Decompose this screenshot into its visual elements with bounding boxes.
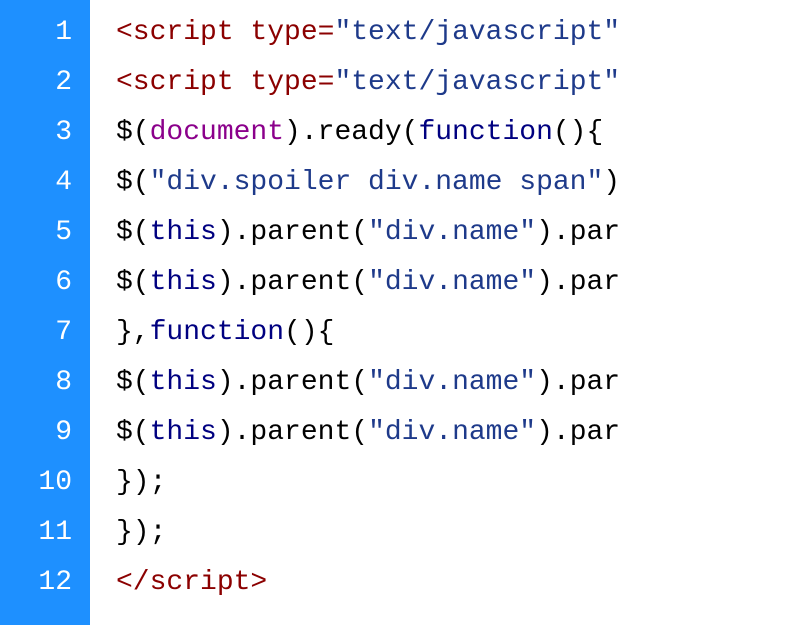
code-token: (){ — [553, 117, 603, 148]
code-line[interactable]: }); — [116, 508, 807, 558]
code-line[interactable]: <script type="text/javascript" — [116, 58, 807, 108]
code-line[interactable]: },function(){ — [116, 308, 807, 358]
code-line[interactable]: $(this).parent("div.name").par — [116, 258, 807, 308]
code-line[interactable]: }); — [116, 458, 807, 508]
code-token: ).parent( — [217, 267, 368, 298]
code-token: document — [150, 117, 284, 148]
code-token: this — [150, 217, 217, 248]
code-token: </script> — [116, 567, 267, 598]
code-token: "div.name" — [368, 417, 536, 448]
code-token: $( — [116, 117, 150, 148]
code-token: "div.name" — [368, 217, 536, 248]
line-number: 4 — [0, 158, 90, 208]
code-token: = — [318, 17, 335, 48]
code-token: "text/javascript" — [334, 67, 620, 98]
code-token: ).par — [536, 267, 620, 298]
code-line[interactable]: $(this).parent("div.name").par — [116, 358, 807, 408]
line-number: 1 — [0, 8, 90, 58]
line-number: 3 — [0, 108, 90, 158]
code-token: (){ — [284, 317, 334, 348]
code-line[interactable]: <script type="text/javascript" — [116, 8, 807, 58]
code-line[interactable]: $("div.spoiler div.name span") — [116, 158, 807, 208]
code-token: <script — [116, 17, 250, 48]
code-line[interactable]: </script> — [116, 558, 807, 608]
code-token: }); — [116, 467, 166, 498]
code-token: type — [250, 67, 317, 98]
code-token: ).par — [536, 417, 620, 448]
code-token: ).parent( — [217, 417, 368, 448]
code-area[interactable]: <script type="text/javascript"<script ty… — [90, 0, 807, 625]
line-number: 2 — [0, 58, 90, 108]
code-token: $( — [116, 217, 150, 248]
code-token: <script — [116, 67, 250, 98]
code-token: "div.name" — [368, 267, 536, 298]
code-token: }); — [116, 517, 166, 548]
line-number: 6 — [0, 258, 90, 308]
code-line[interactable]: $(this).parent("div.name").par — [116, 208, 807, 258]
code-token: $( — [116, 167, 150, 198]
line-number: 8 — [0, 358, 90, 408]
code-token: ).ready( — [284, 117, 418, 148]
code-token: "text/javascript" — [334, 17, 620, 48]
line-number: 11 — [0, 508, 90, 558]
code-line[interactable]: $(this).parent("div.name").par — [116, 408, 807, 458]
code-token: $( — [116, 367, 150, 398]
code-token: type — [250, 17, 317, 48]
code-token: function — [418, 117, 552, 148]
code-token: function — [150, 317, 284, 348]
code-token: }, — [116, 317, 150, 348]
line-number: 5 — [0, 208, 90, 258]
code-token: $( — [116, 417, 150, 448]
code-token: "div.spoiler div.name span" — [150, 167, 604, 198]
code-token: this — [150, 417, 217, 448]
code-token: "div.name" — [368, 367, 536, 398]
line-number: 7 — [0, 308, 90, 358]
code-token: ).parent( — [217, 367, 368, 398]
code-token: ).parent( — [217, 217, 368, 248]
code-line[interactable]: $(document).ready(function(){ — [116, 108, 807, 158]
code-token: this — [150, 267, 217, 298]
line-number: 9 — [0, 408, 90, 458]
line-number: 10 — [0, 458, 90, 508]
code-token: this — [150, 367, 217, 398]
code-token: ).par — [536, 217, 620, 248]
code-token: ) — [603, 167, 620, 198]
code-token: ).par — [536, 367, 620, 398]
line-number-gutter: 123456789101112 — [0, 0, 90, 625]
line-number: 12 — [0, 558, 90, 608]
code-token: $( — [116, 267, 150, 298]
code-token: = — [318, 67, 335, 98]
